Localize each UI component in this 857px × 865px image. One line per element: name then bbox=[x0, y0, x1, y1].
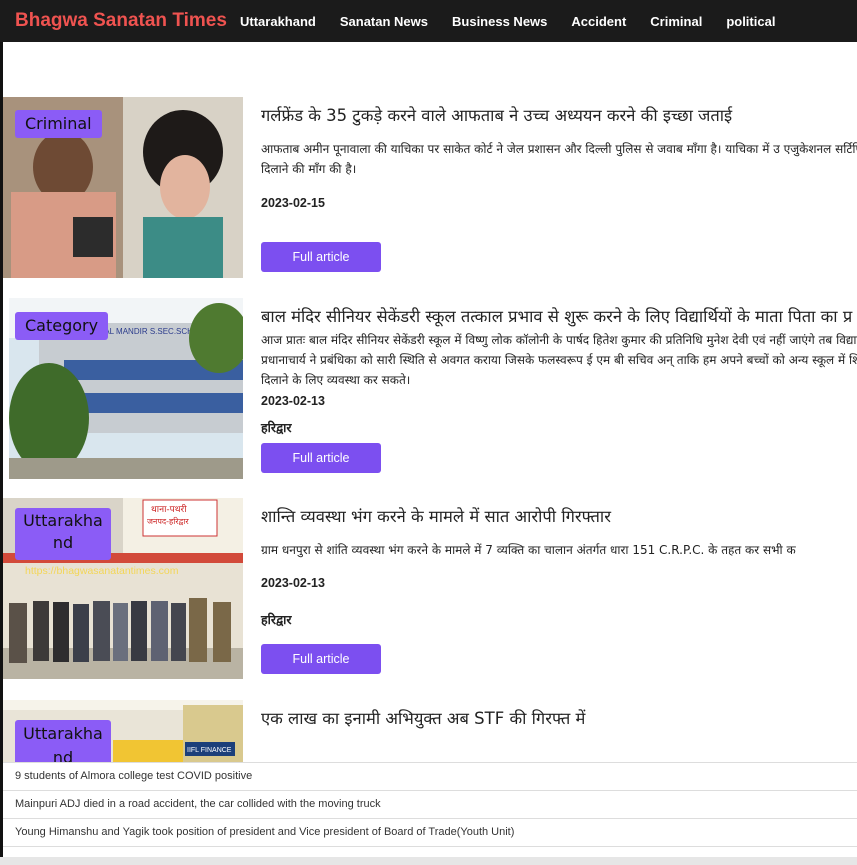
nav-link-sanatan-news[interactable]: Sanatan News bbox=[340, 14, 428, 29]
nav-link-criminal[interactable]: Criminal bbox=[650, 14, 702, 29]
latest-news-item[interactable]: Young Himanshu and Yagik took position o… bbox=[3, 818, 857, 846]
nav-link-uttarakhand[interactable]: Uttarakhand bbox=[240, 14, 316, 29]
article-card: Criminal गर्लफ्रेंड के 35 टुकड़े करने वा… bbox=[3, 97, 857, 282]
bank-sign-text: IIFL FINANCE bbox=[187, 747, 232, 754]
article-title[interactable]: शान्ति व्यवस्था भंग करने के मामले में सा… bbox=[261, 504, 611, 527]
article-description: आज प्रातः बाल मंदिर सीनियर सेकेंडरी स्कू… bbox=[261, 333, 857, 387]
category-badge[interactable]: Category bbox=[15, 312, 109, 340]
latest-news-item[interactable]: Now Uttarakhand will have a cabinet bbox=[3, 846, 857, 855]
station-sign-text: थाना-पथरी bbox=[151, 503, 187, 515]
article-card: BAL MANDIR S.SEC.SCH. Category बाल मंदिर… bbox=[3, 298, 857, 483]
article-title[interactable]: गर्लफ्रेंड के 35 टुकड़े करने वाले आफताब … bbox=[261, 103, 732, 126]
category-badge[interactable]: Criminal bbox=[15, 110, 102, 138]
article-card: थाना-पथरी जनपद-हरिद्वार https://bhagwasa… bbox=[3, 498, 857, 683]
article-description: ग्राम धनपुरा से शांति व्यवस्था भंग करने … bbox=[261, 543, 796, 557]
nav-link-accident[interactable]: Accident bbox=[571, 14, 626, 29]
article-thumbnail[interactable]: Criminal bbox=[3, 97, 243, 278]
article-thumbnail[interactable]: IIFL FINANCE Uttarakhand bbox=[3, 700, 243, 762]
full-article-button[interactable]: Full article bbox=[261, 443, 381, 473]
article-location: हरिद्वार bbox=[261, 420, 292, 435]
nav-link-political[interactable]: political bbox=[726, 14, 775, 29]
article-date: 2023-02-13 bbox=[261, 576, 325, 590]
article-thumbnail[interactable]: थाना-पथरी जनपद-हरिद्वार https://bhagwasa… bbox=[3, 498, 243, 679]
category-badge[interactable]: Uttarakhand bbox=[15, 720, 111, 762]
nav-links: Uttarakhand Sanatan News Business News A… bbox=[225, 14, 784, 29]
station-sign-district: जनपद-हरिद्वार bbox=[147, 516, 189, 526]
nav-link-business-news[interactable]: Business News bbox=[452, 14, 547, 29]
full-article-button[interactable]: Full article bbox=[261, 644, 381, 674]
article-date: 2023-02-15 bbox=[261, 196, 325, 210]
site-brand[interactable]: Bhagwa Sanatan Times bbox=[0, 10, 227, 32]
top-navbar: Bhagwa Sanatan Times Uttarakhand Sanatan… bbox=[0, 0, 857, 42]
horizontal-scrollbar[interactable] bbox=[0, 857, 857, 865]
article-date: 2023-02-13 bbox=[261, 394, 325, 408]
category-badge[interactable]: Uttarakhand bbox=[15, 508, 111, 560]
article-title[interactable]: एक लाख का इनामी अभियुक्त अब STF की गिरफ्… bbox=[261, 706, 585, 729]
article-card: IIFL FINANCE Uttarakhand एक लाख का इनामी… bbox=[3, 700, 857, 762]
school-sign-text: BAL MANDIR S.SEC.SCH. bbox=[99, 327, 195, 336]
latest-news-item[interactable]: Mainpuri ADJ died in a road accident, th… bbox=[3, 790, 857, 818]
article-description: आफताब अमीन पूनावाला की याचिका पर साकेत क… bbox=[261, 142, 857, 176]
full-article-button[interactable]: Full article bbox=[261, 242, 381, 272]
article-thumbnail[interactable]: BAL MANDIR S.SEC.SCH. Category bbox=[7, 298, 243, 479]
watermark-text: https://bhagwasanatantimes.com bbox=[25, 565, 179, 577]
latest-news-list: 9 students of Almora college test COVID … bbox=[3, 762, 857, 855]
latest-news-item[interactable]: 9 students of Almora college test COVID … bbox=[3, 762, 857, 790]
article-title[interactable]: बाल मंदिर सीनियर सेकेंडरी स्कूल तत्काल प… bbox=[261, 304, 852, 327]
article-location: हरिद्वार bbox=[261, 612, 292, 627]
